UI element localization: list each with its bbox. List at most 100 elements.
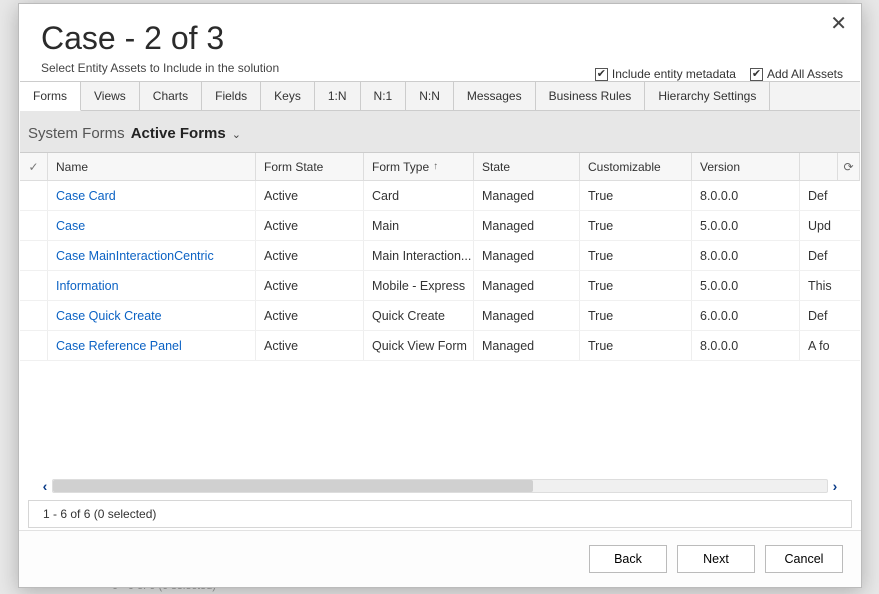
add-all-assets-checkbox[interactable]: ✔ Add All Assets <box>750 67 843 81</box>
tab-n-1[interactable]: N:1 <box>361 82 407 110</box>
cell-form-state: Active <box>256 301 364 330</box>
column-header-form-type[interactable]: Form Type ↑ <box>364 153 474 180</box>
form-name-link[interactable]: Case <box>56 219 85 233</box>
tab-strip: FormsViewsChartsFieldsKeys1:NN:1N:NMessa… <box>20 81 860 111</box>
table-row[interactable]: Case MainInteractionCentric ActiveMain In… <box>20 241 860 271</box>
form-name-link[interactable]: Case Card <box>56 189 116 203</box>
refresh-icon[interactable]: ⟳ <box>838 153 860 180</box>
grid-status-text: 1 - 6 of 6 (0 selected) <box>28 500 852 528</box>
checkmark-icon: ✔ <box>750 68 763 81</box>
cell-overflow: Def <box>800 241 838 270</box>
cell-spacer <box>838 181 860 210</box>
cell-state: Managed <box>474 211 580 240</box>
table-row[interactable]: CaseActiveMainManagedTrue5.0.0.0Upd <box>20 211 860 241</box>
grid-body: Case CardActiveCardManagedTrue8.0.0.0Def… <box>20 181 860 476</box>
scrollbar-thumb[interactable] <box>53 480 533 492</box>
cell-form-state: Active <box>256 241 364 270</box>
column-header-form-type-label: Form Type <box>372 160 429 174</box>
cell-form-state: Active <box>256 331 364 360</box>
cell-customizable: True <box>580 271 692 300</box>
column-header-state[interactable]: State <box>474 153 580 180</box>
cell-state: Managed <box>474 301 580 330</box>
scrollbar-track[interactable] <box>52 479 828 493</box>
back-button[interactable]: Back <box>589 545 667 573</box>
cell-customizable: True <box>580 211 692 240</box>
scroll-right-icon[interactable]: › <box>828 478 842 494</box>
column-header-version[interactable]: Version <box>692 153 800 180</box>
dialog-footer: Back Next Cancel <box>19 530 861 587</box>
chevron-down-icon: ⌄ <box>232 128 241 141</box>
cell-spacer <box>838 241 860 270</box>
form-name-link[interactable]: Information <box>56 279 119 293</box>
tab-messages[interactable]: Messages <box>454 82 536 110</box>
cell-state: Managed <box>474 181 580 210</box>
view-selector-current: Active Forms <box>131 125 226 142</box>
select-all-checkbox[interactable]: ✓ <box>20 153 48 180</box>
row-checkbox[interactable] <box>20 271 48 300</box>
cell-form-state: Active <box>256 271 364 300</box>
cell-spacer <box>838 301 860 330</box>
dialog-header: ✕ Case - 2 of 3 Select Entity Assets to … <box>19 4 861 81</box>
close-icon[interactable]: ✕ <box>830 14 847 34</box>
cell-version: 8.0.0.0 <box>692 241 800 270</box>
tab-forms[interactable]: Forms <box>20 82 81 111</box>
column-header-customizable[interactable]: Customizable <box>580 153 692 180</box>
cell-form-type: Mobile - Express <box>364 271 474 300</box>
cell-state: Managed <box>474 241 580 270</box>
cell-form-type: Quick Create <box>364 301 474 330</box>
row-checkbox[interactable] <box>20 181 48 210</box>
tab-1-n[interactable]: 1:N <box>315 82 361 110</box>
cell-state: Managed <box>474 271 580 300</box>
add-all-assets-label: Add All Assets <box>767 67 843 81</box>
cell-version: 5.0.0.0 <box>692 211 800 240</box>
tab-business-rules[interactable]: Business Rules <box>536 82 646 110</box>
column-header-form-state[interactable]: Form State <box>256 153 364 180</box>
column-header-overflow <box>800 153 838 180</box>
column-header-name[interactable]: Name <box>48 153 256 180</box>
cancel-button[interactable]: Cancel <box>765 545 843 573</box>
table-row[interactable]: Case Reference Panel ActiveQuick View For… <box>20 331 860 361</box>
tab-charts[interactable]: Charts <box>140 82 202 110</box>
table-row[interactable]: Case CardActiveCardManagedTrue8.0.0.0Def <box>20 181 860 211</box>
cell-version: 8.0.0.0 <box>692 331 800 360</box>
next-button[interactable]: Next <box>677 545 755 573</box>
cell-version: 6.0.0.0 <box>692 301 800 330</box>
cell-overflow: A fo <box>800 331 838 360</box>
cell-spacer <box>838 211 860 240</box>
tab-n-n[interactable]: N:N <box>406 82 454 110</box>
tab-views[interactable]: Views <box>81 82 140 110</box>
forms-grid: ✓ Name Form State Form Type ↑ State Cust… <box>20 153 860 530</box>
include-entity-metadata-checkbox[interactable]: ✔ Include entity metadata <box>595 67 736 81</box>
cell-form-type: Main Interaction... <box>364 241 474 270</box>
table-row[interactable]: Information ActiveMobile - ExpressManaged… <box>20 271 860 301</box>
view-selector[interactable]: System Forms Active Forms ⌄ <box>20 111 860 153</box>
form-name-link[interactable]: Case Reference Panel <box>56 339 182 353</box>
row-checkbox[interactable] <box>20 331 48 360</box>
table-row[interactable]: Case Quick Create ActiveQuick CreateManag… <box>20 301 860 331</box>
include-entity-metadata-label: Include entity metadata <box>612 67 736 81</box>
cell-form-state: Active <box>256 211 364 240</box>
form-name-link[interactable]: Case MainInteractionCentric <box>56 249 214 263</box>
row-checkbox[interactable] <box>20 241 48 270</box>
tab-fields[interactable]: Fields <box>202 82 261 110</box>
horizontal-scrollbar[interactable]: ‹ › <box>38 476 842 496</box>
wizard-dialog: ✕ Case - 2 of 3 Select Entity Assets to … <box>18 3 862 588</box>
checkmark-icon: ✔ <box>595 68 608 81</box>
cell-form-state: Active <box>256 181 364 210</box>
cell-version: 5.0.0.0 <box>692 271 800 300</box>
form-name-link[interactable]: Case Quick Create <box>56 309 162 323</box>
scroll-left-icon[interactable]: ‹ <box>38 478 52 494</box>
cell-spacer <box>838 271 860 300</box>
cell-overflow: Def <box>800 301 838 330</box>
dialog-title: Case - 2 of 3 <box>41 20 839 57</box>
row-checkbox[interactable] <box>20 301 48 330</box>
cell-overflow: This <box>800 271 838 300</box>
tab-keys[interactable]: Keys <box>261 82 315 110</box>
tab-hierarchy-settings[interactable]: Hierarchy Settings <box>645 82 770 110</box>
cell-customizable: True <box>580 301 692 330</box>
cell-customizable: True <box>580 241 692 270</box>
sort-ascending-icon: ↑ <box>433 161 438 172</box>
cell-form-type: Quick View Form <box>364 331 474 360</box>
cell-form-type: Card <box>364 181 474 210</box>
row-checkbox[interactable] <box>20 211 48 240</box>
